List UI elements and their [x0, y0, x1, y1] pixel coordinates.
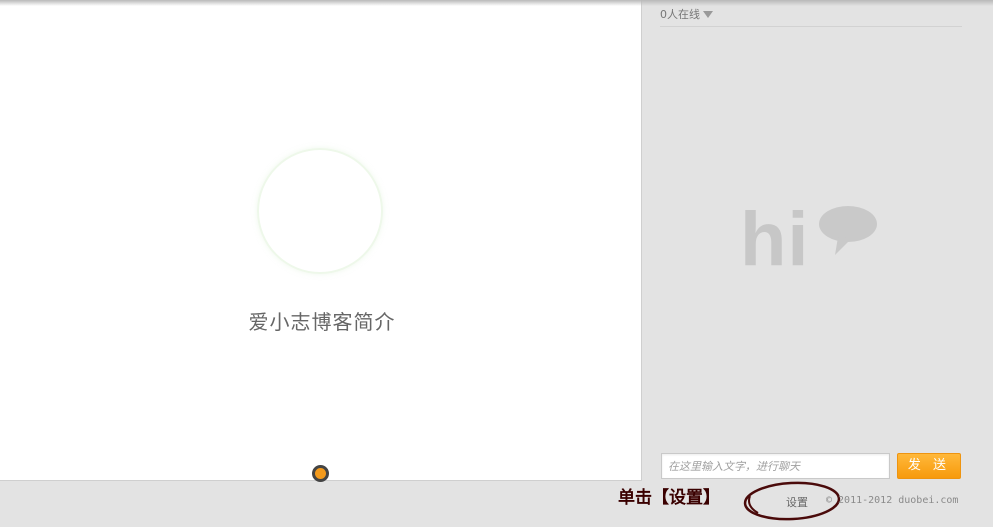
settings-link[interactable]: 设置	[786, 494, 808, 510]
hi-placeholder-text: hi	[740, 197, 810, 282]
slide-progress-handle[interactable]	[312, 465, 329, 482]
loading-ring	[257, 148, 383, 274]
presentation-stage: 爱小志博客简介	[0, 0, 642, 482]
online-count-label: 0人在线	[660, 8, 700, 21]
copyright-text: © 2011-2012 duobei.com	[826, 495, 959, 506]
online-divider	[660, 26, 962, 27]
annotation-instruction: 单击【设置】	[618, 488, 720, 508]
online-count-dropdown[interactable]: 0人在线	[660, 6, 713, 22]
speech-bubble-icon	[819, 206, 877, 255]
caret-down-icon	[703, 11, 713, 18]
send-button[interactable]: 发 送	[897, 453, 961, 479]
presentation-title: 爱小志博客简介	[248, 310, 396, 334]
top-shadow	[0, 0, 993, 6]
chat-input[interactable]	[661, 453, 890, 479]
